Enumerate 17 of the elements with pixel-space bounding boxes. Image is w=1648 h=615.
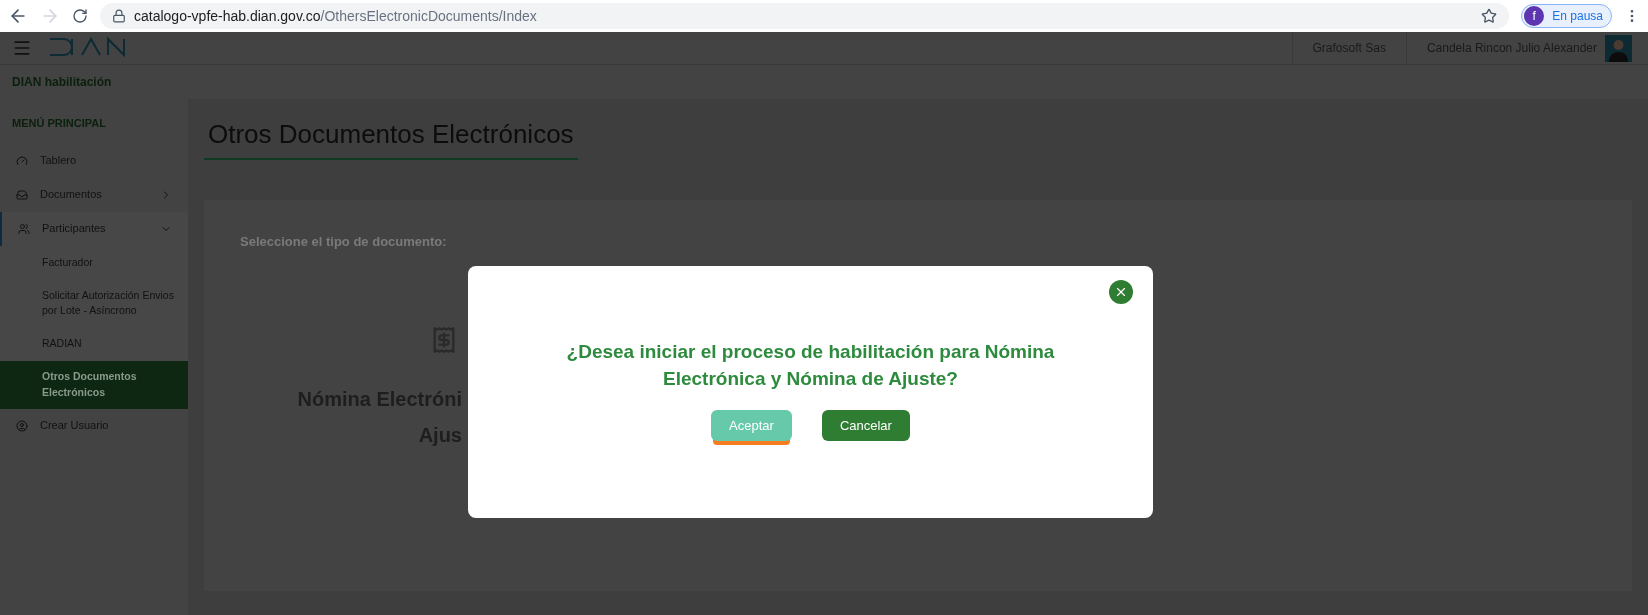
environment-label: DIAN habilitación	[12, 74, 112, 91]
close-icon	[1114, 285, 1128, 299]
menu-item-icon	[16, 419, 28, 432]
lock-icon	[112, 9, 126, 23]
menu-heading: MENÚ PRINCIPAL	[11, 116, 107, 131]
menu-item-icon	[18, 222, 30, 235]
menu-item-icon	[16, 188, 28, 201]
menu-item-icon	[16, 154, 28, 167]
url-text: catalogo-vpfe-hab.dian.gov.co/OthersElectronicDocuments/Index	[134, 6, 537, 26]
dialog-button[interactable]: Cancelar	[821, 410, 910, 441]
address-bar[interactable]: catalogo-vpfe-hab.dian.gov.co/OthersElectronicDocuments/Index	[100, 3, 1510, 29]
close-button[interactable]	[1109, 280, 1133, 304]
profile-button[interactable]: f En pausa	[1521, 4, 1612, 28]
reload-icon[interactable]	[72, 8, 88, 24]
dialog-message: ¿Desea iniciar el proceso de habilitación para Nómina Electrónica y Nómina de Ajuste?	[565, 340, 1056, 391]
bookmark-star-icon[interactable]	[1481, 8, 1498, 24]
submenu-item[interactable]: Otros Documentos Electrónicos	[0, 361, 188, 409]
